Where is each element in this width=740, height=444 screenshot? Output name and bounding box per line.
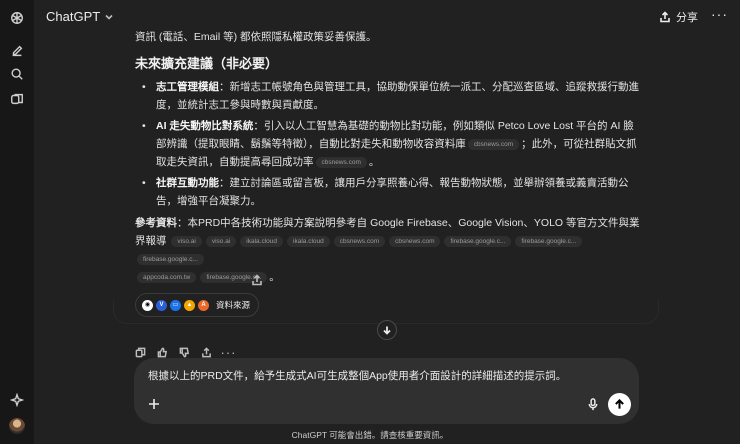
citation-chip[interactable]: cbsnews.com (389, 235, 441, 247)
list-item-title: AI 走失動物比對系統 (156, 120, 254, 132)
citation-chip[interactable]: firebase.google.c... (444, 235, 512, 247)
sparkle-icon[interactable] (9, 392, 25, 408)
citation-row: appcoda.com.tw firebase.google.c...。 (135, 270, 640, 285)
scroll-down-button[interactable] (377, 320, 397, 340)
citation-chip[interactable]: ikala.cloud (287, 235, 330, 247)
citation-chip[interactable]: firebase.google.c... (515, 235, 583, 247)
share-button[interactable]: 分享 (659, 9, 698, 25)
message-text-line: 資訊 (電話、Email 等) 都依照隱私權政策妥善保護。 (135, 31, 377, 43)
composer[interactable]: 根據以上的PRD文件，給予生成式AI可生成整個App使用者介面設計的詳細描述的提… (134, 358, 639, 424)
list-item: 社群互動功能：建立討論區或留言板，讓用戶分享照養心得、報告動物狀態，並舉辦領養或… (135, 174, 640, 210)
list-item-text: ：建立討論區或留言板，讓用戶分享照養心得、報告動物狀態，並舉辦領養或義賣活動公告… (156, 177, 629, 207)
list-item-text: 。 (368, 156, 380, 168)
model-label: ChatGPT (46, 9, 101, 24)
list-item-title: 志工管理模組 (156, 81, 219, 93)
copy-icon[interactable] (134, 346, 147, 359)
more-options-button[interactable]: ··· (711, 7, 728, 21)
search-icon[interactable] (9, 66, 25, 82)
suggestion-list: 志工管理模組：新增志工帳號角色與管理工具，協助動保單位統一派工、分配巡查區域、追… (135, 78, 640, 210)
new-chat-icon[interactable] (9, 43, 25, 59)
citation-chip[interactable]: viso.ai (205, 235, 237, 247)
citation-chip[interactable]: ikala.cloud (240, 235, 284, 247)
arrow-up-icon (615, 399, 624, 409)
references-paragraph: 參考資料：本PRD中各技術功能與方案說明參考自 Google Firebase、… (135, 214, 640, 285)
references-title: 參考資料 (135, 217, 177, 229)
list-item: AI 走失動物比對系統：引入以人工智慧為基礎的動物比對功能，例如類似 Petco… (135, 117, 640, 171)
share-icon (660, 11, 670, 23)
arrow-down-icon (383, 326, 391, 335)
sidebar-rail (0, 0, 34, 444)
list-item-title: 社群互動功能 (156, 177, 219, 189)
model-selector[interactable]: ChatGPT (46, 9, 114, 24)
plus-icon[interactable] (147, 397, 161, 411)
send-button[interactable] (608, 393, 631, 416)
citation-chip[interactable]: cbsnews.com (467, 138, 520, 150)
citation-chip[interactable]: firebase.google.c... (137, 253, 204, 265)
prompt-input[interactable]: 根據以上的PRD文件，給予生成式AI可生成整個App使用者介面設計的詳細描述的提… (148, 368, 623, 384)
section-title: 未來擴充建議（非必要） (135, 56, 279, 71)
assistant-message: 資訊 (電話、Email 等) 都依照隱私權政策妥善保護。 未來擴充建議（非必要… (135, 28, 640, 317)
library-icon[interactable] (9, 91, 25, 107)
share-label: 分享 (676, 12, 698, 24)
chevron-down-icon (105, 14, 113, 20)
references-end: 。 (269, 271, 280, 283)
citation-chip[interactable]: cbsnews.com (333, 235, 386, 247)
share-message-icon[interactable] (251, 274, 263, 286)
citation-chip[interactable]: viso.ai (171, 235, 202, 247)
list-item: 志工管理模組：新增志工帳號角色與管理工具，協助動保單位統一派工、分配巡查區域、追… (135, 78, 640, 114)
microphone-icon[interactable] (587, 398, 599, 412)
citation-chip[interactable]: appcoda.com.tw (137, 271, 197, 283)
openai-logo-icon[interactable] (9, 10, 25, 26)
disclaimer-text: ChatGPT 可能會出錯。請查核重要資訊。 (291, 430, 449, 440)
citation-chip[interactable]: cbsnews.com (315, 156, 367, 168)
list-item-text: ：新增志工帳號角色與管理工具，協助動保單位統一派工、分配巡查區域、追蹤救援行動進… (156, 81, 639, 111)
